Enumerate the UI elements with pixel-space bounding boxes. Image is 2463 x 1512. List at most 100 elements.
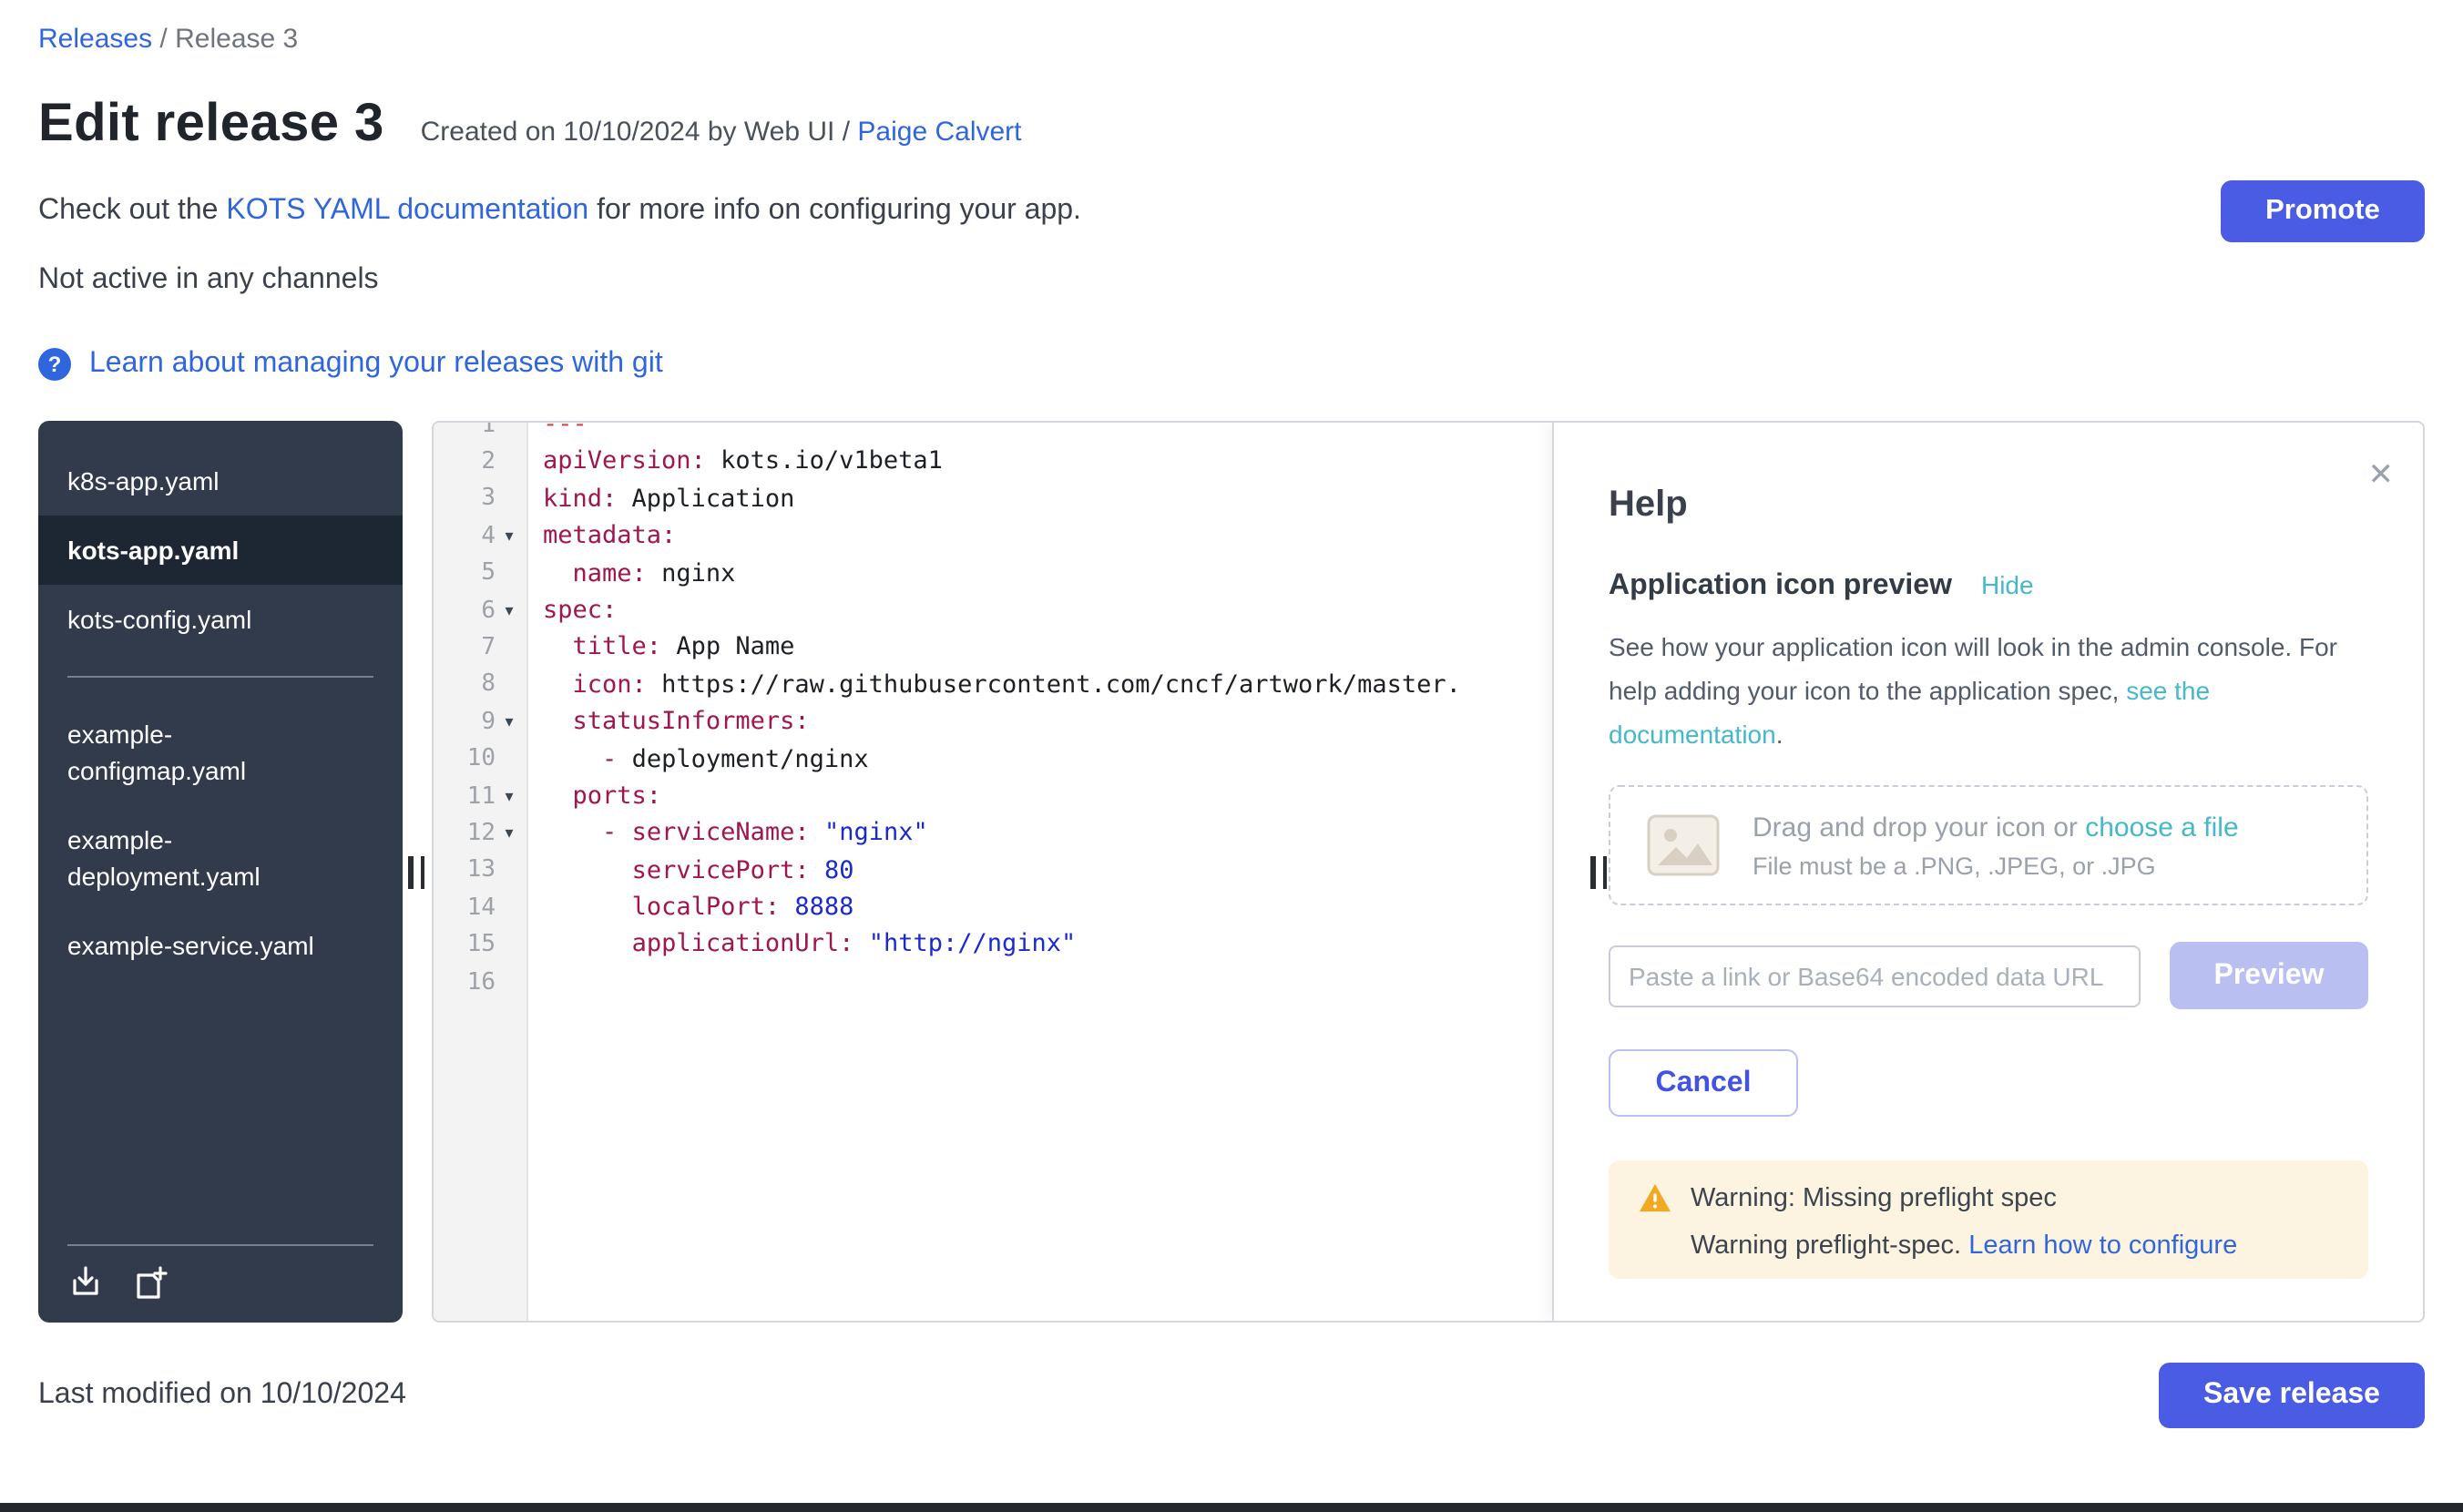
- help-circle-icon: ?: [38, 348, 71, 381]
- gutter-line: 6▾: [434, 592, 526, 629]
- sidebar-divider: [67, 676, 373, 678]
- help-description: See how your application icon will look …: [1609, 625, 2368, 756]
- channel-status: Not active in any channels: [38, 264, 2425, 297]
- file-list-bottom: example-configmap.yaml example-deployment…: [38, 700, 403, 980]
- page-title: Edit release 3: [38, 95, 384, 155]
- new-file-icon[interactable]: [133, 1264, 169, 1301]
- help-description-period: .: [1776, 720, 1783, 749]
- fold-arrow-icon[interactable]: ▾: [496, 712, 523, 732]
- choose-file-link[interactable]: choose a file: [2085, 812, 2238, 843]
- gutter-line: 9▾: [434, 703, 526, 741]
- preview-button[interactable]: Preview: [2170, 942, 2368, 1009]
- file-label: example-service.yaml: [67, 927, 314, 964]
- created-text: Created on 10/10/2024 by Web UI /: [421, 117, 858, 148]
- sidebar-footer: [67, 1244, 373, 1323]
- help-resize-handle[interactable]: [1590, 855, 1607, 888]
- warning-title: Warning: Missing preflight spec: [1691, 1183, 2057, 1212]
- cancel-button[interactable]: Cancel: [1609, 1049, 1798, 1117]
- code-line: applicationUrl: "http://nginx": [543, 926, 1552, 964]
- hide-link[interactable]: Hide: [1981, 570, 2034, 599]
- code-line: ports:: [543, 778, 1552, 815]
- gutter-line: 12▾: [434, 815, 526, 853]
- help-description-text: See how your application icon will look …: [1609, 632, 2337, 705]
- file-item-kots-app-yaml[interactable]: kots-app.yaml: [38, 516, 403, 585]
- gutter-line: 5: [434, 555, 526, 592]
- fold-arrow-icon[interactable]: ▾: [496, 600, 523, 620]
- gutter-line: 3: [434, 481, 526, 518]
- breadcrumb: Releases / Release 3: [38, 24, 2425, 55]
- last-modified: Last modified on 10/10/2024: [38, 1379, 406, 1412]
- icon-url-input[interactable]: [1609, 945, 2141, 1006]
- doc-text-after: for more info on configuring your app.: [588, 195, 1081, 226]
- icon-preview-title: Application icon preview: [1609, 570, 1952, 603]
- file-list-top: k8s-app.yaml kots-app.yaml kots-config.yam…: [38, 446, 403, 654]
- editor-code-lines: ---apiVersion: kots.io/v1beta1kind: Appl…: [543, 423, 1552, 1001]
- yaml-editor[interactable]: 1234▾56▾789▾1011▾12▾13141516 ---apiVersi…: [434, 423, 1552, 1321]
- gutter-line: 14: [434, 889, 526, 926]
- code-line: kind: Application: [543, 481, 1552, 518]
- warning-title-row: Warning: Missing preflight spec: [1638, 1182, 2339, 1213]
- file-label: kots-app.yaml: [67, 532, 239, 568]
- git-help-row: ? Learn about managing your releases wit…: [38, 348, 2425, 381]
- sidebar-resize-handle[interactable]: [408, 855, 424, 888]
- dropzone-instruction: Drag and drop your icon or choose a file: [1753, 812, 2239, 843]
- promote-button[interactable]: Promote: [2221, 180, 2425, 242]
- editor-help-container: 1234▾56▾789▾1011▾12▾13141516 ---apiVersi…: [432, 421, 2425, 1323]
- close-icon[interactable]: ✕: [2368, 459, 2395, 490]
- file-label: example-deployment.yaml: [67, 822, 341, 894]
- code-line: name: nginx: [543, 555, 1552, 592]
- editor-code[interactable]: ---apiVersion: kots.io/v1beta1kind: Appl…: [528, 423, 1552, 1321]
- file-sidebar: k8s-app.yaml kots-app.yaml kots-config.yam…: [38, 421, 403, 1323]
- dropzone-instruction-text: Drag and drop your icon or: [1753, 812, 2085, 843]
- file-item-k8s-app-yaml[interactable]: k8s-app.yaml: [38, 446, 403, 516]
- icon-dropzone[interactable]: Drag and drop your icon or choose a file…: [1609, 785, 2368, 905]
- gutter-line: 11▾: [434, 778, 526, 815]
- file-item-example-deployment-yaml[interactable]: example-deployment.yaml: [38, 805, 403, 911]
- save-release-button[interactable]: Save release: [2159, 1363, 2425, 1428]
- icon-preview-header: Application icon preview Hide: [1609, 570, 2368, 603]
- doc-text-before: Check out the: [38, 195, 226, 226]
- code-line: metadata:: [543, 517, 1552, 555]
- gutter-line: 13: [434, 852, 526, 889]
- breadcrumb-link-releases[interactable]: Releases: [38, 24, 152, 55]
- import-file-icon[interactable]: [67, 1264, 104, 1301]
- release-editor-area: k8s-app.yaml kots-app.yaml kots-config.yam…: [38, 421, 2425, 1323]
- git-help-link[interactable]: Learn about managing your releases with …: [89, 348, 663, 381]
- icon-url-row: Preview: [1609, 942, 2368, 1009]
- file-label: k8s-app.yaml: [67, 463, 220, 499]
- file-label: kots-config.yaml: [67, 601, 251, 638]
- breadcrumb-separator: /: [152, 24, 175, 55]
- gutter-line: 2: [434, 444, 526, 481]
- title-row: Edit release 3 Created on 10/10/2024 by …: [38, 95, 2425, 155]
- warning-icon: [1638, 1182, 1672, 1213]
- code-line: icon: https://raw.githubusercontent.com/…: [543, 666, 1552, 703]
- breadcrumb-current: Release 3: [175, 24, 298, 55]
- fold-arrow-icon[interactable]: ▾: [496, 526, 523, 547]
- code-line: title: App Name: [543, 629, 1552, 667]
- code-line: apiVersion: kots.io/v1beta1: [543, 444, 1552, 481]
- code-line: servicePort: 80: [543, 852, 1552, 889]
- created-info: Created on 10/10/2024 by Web UI / Paige …: [421, 117, 1022, 148]
- kots-doc-link[interactable]: KOTS YAML documentation: [226, 195, 588, 226]
- bottom-bar: [0, 1503, 2463, 1512]
- fold-arrow-icon[interactable]: ▾: [496, 786, 523, 806]
- file-item-example-configmap-yaml[interactable]: example-configmap.yaml: [38, 700, 403, 805]
- dropzone-text: Drag and drop your icon or choose a file…: [1753, 812, 2239, 879]
- gutter-line: 15: [434, 926, 526, 964]
- file-item-example-service-yaml[interactable]: example-service.yaml: [38, 911, 403, 980]
- author-link[interactable]: Paige Calvert: [857, 117, 1021, 148]
- warning-detail: Warning preflight-spec. Learn how to con…: [1691, 1231, 2339, 1261]
- file-item-kots-config-yaml[interactable]: kots-config.yaml: [38, 585, 403, 654]
- image-placeholder-icon: [1647, 814, 1720, 876]
- footer: Last modified on 10/10/2024 Save release: [38, 1363, 2425, 1428]
- doc-info: Check out the KOTS YAML documentation fo…: [38, 195, 1081, 228]
- fold-arrow-icon[interactable]: ▾: [496, 823, 523, 843]
- code-line: [543, 964, 1552, 1001]
- warning-detail-text: Warning preflight-spec.: [1691, 1231, 1968, 1261]
- configure-link[interactable]: Learn how to configure: [1968, 1231, 2237, 1261]
- help-panel-title: Help: [1609, 485, 2368, 526]
- help-panel: ✕ Help Application icon preview Hide See…: [1552, 423, 2423, 1321]
- edit-release-page: Releases / Release 3 Edit release 3 Crea…: [0, 24, 2463, 1512]
- gutter-line: 4▾: [434, 517, 526, 555]
- code-line: ---: [543, 423, 1552, 444]
